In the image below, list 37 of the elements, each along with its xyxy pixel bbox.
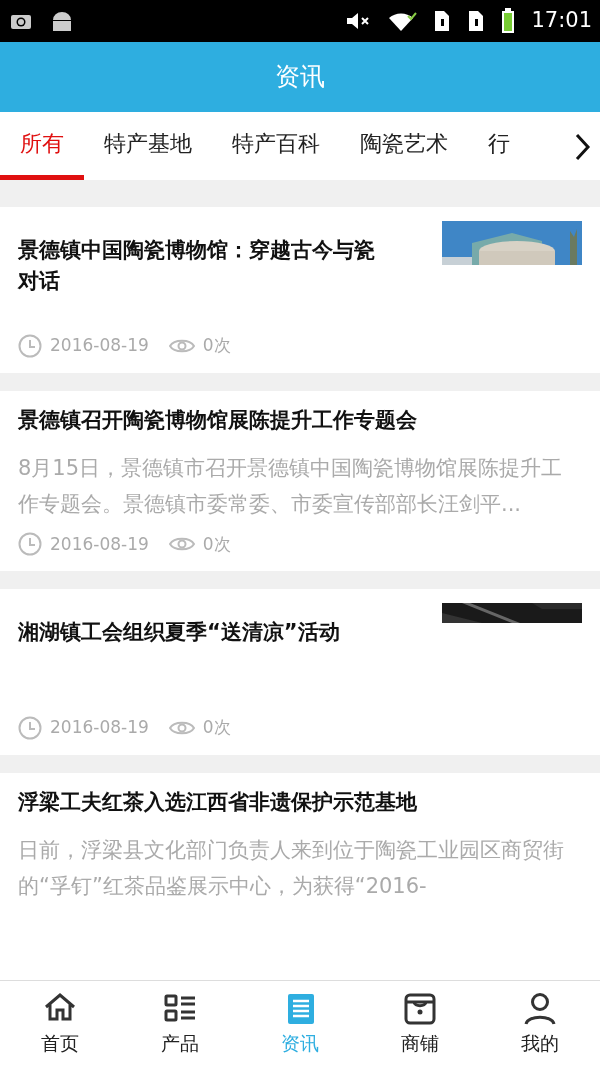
article-title: 景德镇中国陶瓷博物馆：穿越古今与瓷对话 [18,237,376,295]
view-count: 0次 [202,716,231,739]
article-title: 景德镇召开陶瓷博物馆展陈提升工作专题会 [18,406,418,434]
view-count: 0次 [202,532,231,556]
article-summary: 8月15日，景德镇市召开景德镇中国陶瓷博物馆展陈提升工作专题会。景德镇市委常委、市委宣传部部长汪剑平... [18,454,564,518]
user-icon [522,991,558,1027]
mute-icon [345,10,372,32]
date-text: 2016-08-19 [50,716,149,739]
date-text: 2016-08-19 [50,532,149,556]
article-title: 浮梁工夫红茶入选江西省非遗保护示范基地 [18,788,418,816]
clock-icon [18,333,42,358]
sim-icon [467,9,486,33]
category-tab[interactable]: 行 [468,112,530,180]
shop-icon [402,991,438,1027]
view-count: 0次 [202,334,231,357]
sim-icon [433,9,452,33]
news-card[interactable]: 浮梁工夫红茶入选江西省非遗保护示范基地 日前，浮梁县文化部门负责人来到位于陶瓷工业园区商贸街的“孚钉”红茶品鉴展示中心，为获得“2016- [0,772,600,980]
category-tab[interactable]: 陶瓷艺术 [340,112,468,180]
nav-tab[interactable]: 首页 [0,981,120,1067]
clock-time: 17:01 [531,7,592,35]
battery-icon [501,8,516,34]
clock-icon [18,532,42,557]
date-text: 2016-08-19 [50,334,149,357]
article-title: 湘湖镇工会组织夏季“送清凉”活动 [18,619,341,646]
nav-tab[interactable]: 产品 [120,981,240,1067]
clock-icon [18,715,42,740]
article-summary: 日前，浮梁县文化部门负责人来到位于陶瓷工业园区商贸街的“孚钉”红茶品鉴展示中心，为获得“2016- [18,836,565,900]
nav-tab[interactable]: 商铺 [360,981,480,1067]
category-tab[interactable]: 所有 [0,112,84,180]
news-card[interactable]: 景德镇召开陶瓷博物馆展陈提升工作专题会 8月15日，景德镇市召开景德镇中国陶瓷博物馆展陈提升工作专题会。景德镇市委常委、市委宣传部部长汪剑平... 2016-08-19 0次 [0,390,600,571]
category-tab[interactable]: 特产百科 [212,112,340,180]
page-title: 资讯 [275,61,325,94]
category-tab[interactable]: 特产基地 [84,112,212,180]
nav-tab[interactable]: 我的 [480,981,600,1067]
news-card[interactable]: 景德镇中国陶瓷博物馆：穿越古今与瓷对话 2016-08-19 0次 [0,207,600,373]
wifi-icon [387,10,418,32]
news-card[interactable]: 湘湖镇工会组织夏季“送清凉”活动 2016-08-19 0次 [0,589,600,755]
